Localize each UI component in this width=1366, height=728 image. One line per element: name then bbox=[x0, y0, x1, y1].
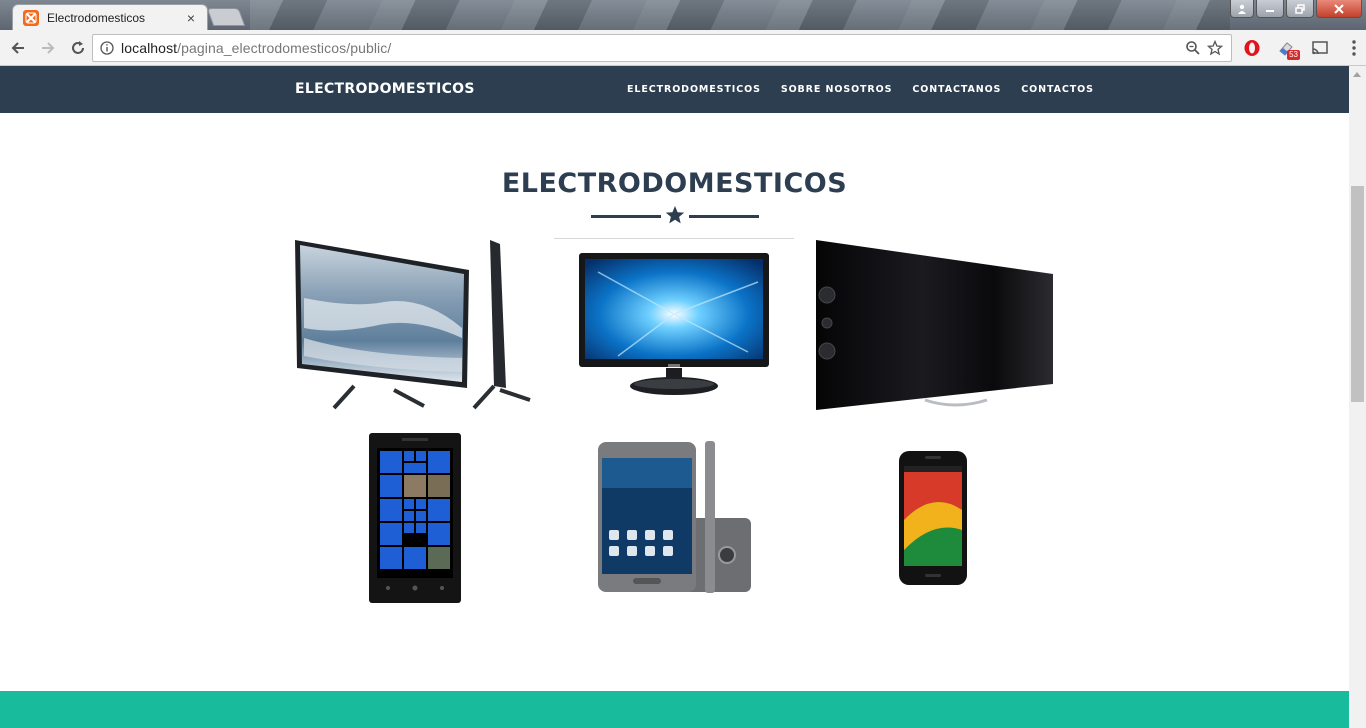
page-scrollbar[interactable] bbox=[1349, 66, 1366, 728]
star-icon bbox=[665, 206, 685, 224]
extensions-area: 53 bbox=[1240, 34, 1366, 62]
nav-links: ELECTRODOMESTICOS SOBRE NOSOTROS CONTACT… bbox=[627, 84, 1094, 95]
monitor-image bbox=[579, 253, 769, 395]
browser-titlebar: Electrodomesticos × bbox=[0, 0, 1366, 30]
thin-rule bbox=[554, 238, 794, 239]
phone-image bbox=[369, 433, 461, 603]
minimize-button[interactable] bbox=[1256, 0, 1284, 18]
star-divider bbox=[591, 205, 759, 225]
titlebar-background bbox=[250, 0, 1230, 30]
new-tab-button[interactable] bbox=[206, 8, 246, 26]
site-navbar: ELECTRODOMESTICOS ELECTRODOMESTICOS SOBR… bbox=[0, 66, 1349, 113]
url-path: /pagina_electrodomesticos/public/ bbox=[177, 40, 392, 56]
product-phone-motorola[interactable] bbox=[898, 450, 968, 586]
site-brand[interactable]: ELECTRODOMESTICOS bbox=[295, 81, 475, 97]
opera-extension-icon[interactable] bbox=[1240, 34, 1264, 62]
reload-icon bbox=[72, 40, 84, 54]
product-tv-samsung[interactable] bbox=[294, 238, 536, 414]
restore-icon bbox=[1295, 3, 1305, 14]
divider-line-left bbox=[591, 215, 661, 218]
close-icon bbox=[1334, 3, 1344, 14]
footer-band bbox=[0, 691, 1349, 728]
tab-title: Electrodomesticos bbox=[47, 10, 146, 25]
person-icon bbox=[1238, 4, 1246, 14]
scrollbar-thumb[interactable] bbox=[1351, 186, 1364, 402]
profile-button[interactable] bbox=[1230, 0, 1254, 18]
tv-image bbox=[295, 240, 531, 410]
url-text[interactable]: localhost/pagina_electrodomesticos/publi… bbox=[121, 40, 1185, 56]
arrow-right-icon bbox=[42, 41, 55, 54]
nav-link-contactos[interactable]: CONTACTOS bbox=[1021, 84, 1094, 95]
zoom-icon[interactable] bbox=[1185, 40, 1201, 56]
scroll-up-arrow-icon[interactable] bbox=[1353, 72, 1361, 77]
xampp-favicon-icon bbox=[23, 9, 39, 26]
window-controls bbox=[1230, 0, 1362, 18]
url-host: localhost bbox=[121, 40, 178, 56]
bookmark-star-icon[interactable] bbox=[1207, 40, 1223, 56]
section-title: ELECTRODOMESTICOS bbox=[501, 168, 848, 199]
divider-line-right bbox=[689, 215, 759, 218]
browser-tab[interactable]: Electrodomesticos × bbox=[12, 4, 208, 30]
minimize-icon bbox=[1266, 9, 1274, 12]
browser-menu-icon[interactable] bbox=[1342, 34, 1366, 62]
extension-badge: 53 bbox=[1287, 50, 1300, 60]
nav-link-electrodomesticos[interactable]: ELECTRODOMESTICOS bbox=[627, 84, 761, 95]
phone-image bbox=[899, 451, 967, 585]
product-phone-nokia[interactable] bbox=[368, 432, 462, 604]
eraser-extension-icon[interactable]: 53 bbox=[1274, 34, 1300, 62]
product-tv-sony[interactable] bbox=[815, 238, 1055, 414]
address-bar[interactable]: localhost/pagina_electrodomesticos/publi… bbox=[92, 34, 1232, 62]
arrow-left-icon bbox=[11, 41, 24, 54]
page-viewport: ELECTRODOMESTICOS ELECTRODOMESTICOS SOBR… bbox=[0, 66, 1349, 728]
restore-button[interactable] bbox=[1286, 0, 1314, 18]
reload-button[interactable] bbox=[64, 34, 92, 62]
tv-image bbox=[816, 240, 1053, 410]
site-info-icon[interactable] bbox=[93, 41, 121, 55]
forward-button[interactable] bbox=[34, 34, 62, 62]
close-window-button[interactable] bbox=[1316, 0, 1362, 18]
product-monitor-samsung[interactable] bbox=[578, 252, 770, 410]
nav-link-sobre-nosotros[interactable]: SOBRE NOSOTROS bbox=[781, 84, 893, 95]
nav-link-contactanos[interactable]: CONTACTANOS bbox=[912, 84, 1001, 95]
product-phone-samsung[interactable] bbox=[597, 440, 753, 594]
tab-close-button[interactable]: × bbox=[183, 10, 199, 26]
browser-toolbar: localhost/pagina_electrodomesticos/publi… bbox=[0, 30, 1366, 66]
back-button[interactable] bbox=[4, 34, 32, 62]
cast-icon[interactable] bbox=[1308, 34, 1332, 62]
phone-image bbox=[598, 441, 751, 593]
